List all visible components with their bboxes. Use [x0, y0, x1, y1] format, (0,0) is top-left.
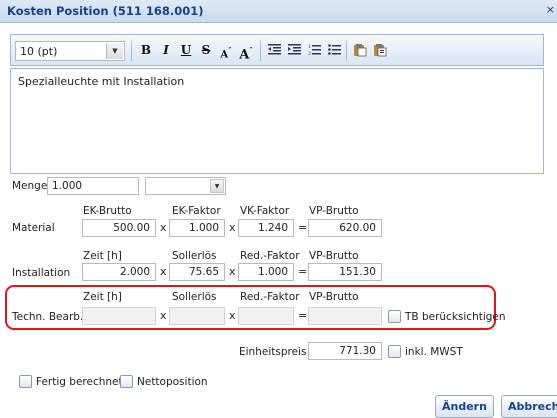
techn-sollerloes-input[interactable]	[169, 307, 225, 325]
times-operator: x	[160, 221, 167, 234]
techn-label: Techn. Bearb.	[12, 311, 84, 323]
menge-input[interactable]: 1.000	[47, 177, 139, 195]
material-vk-faktor-input[interactable]: 1.240	[238, 219, 294, 237]
svg-text:1: 1	[308, 44, 311, 50]
paste-special-icon[interactable]	[372, 42, 388, 59]
material-header-vp-brutto: VP-Brutto	[309, 205, 359, 217]
material-ek-brutto-input[interactable]: 500.00	[82, 219, 156, 237]
einheitspreis-label: Einheitspreis	[239, 346, 307, 358]
increase-font-icon[interactable]: Aˆ	[238, 42, 254, 62]
decrease-indent-icon[interactable]	[266, 42, 282, 59]
installation-header-vp-brutto: VP-Brutto	[309, 250, 359, 262]
nettoposition-label: Nettoposition	[137, 376, 208, 388]
einheitspreis-input[interactable]: 771.30	[308, 342, 382, 360]
times-operator: x	[160, 309, 167, 322]
editor-toolbar: 10 (pt) ▼ B I U S Aˇ Aˆ 12	[10, 34, 544, 66]
bold-icon[interactable]: B	[138, 42, 154, 59]
fertig-berechnet-label: Fertig berechnet	[36, 376, 123, 388]
superscript-icon[interactable]: Aˇ	[218, 42, 234, 60]
font-size-select[interactable]: 10 (pt) ▼	[15, 41, 125, 61]
times-operator: x	[229, 309, 236, 322]
close-icon[interactable]: ×	[546, 3, 555, 16]
material-label: Material	[12, 222, 55, 234]
unit-select[interactable]: ▼	[145, 177, 226, 195]
installation-sollerloes-input[interactable]: 75.65	[169, 263, 225, 281]
inkl-mwst-label: inkl. MWST	[405, 346, 463, 358]
aendern-button[interactable]: Ändern	[435, 395, 494, 418]
installation-vp-brutto-input[interactable]: 151.30	[308, 263, 382, 281]
underline-icon[interactable]: U	[178, 42, 194, 59]
nettoposition-checkbox[interactable]	[120, 375, 133, 388]
material-header-ek-faktor: EK-Faktor	[172, 205, 221, 217]
fertig-berechnet-checkbox[interactable]	[19, 375, 32, 388]
font-size-value: 10 (pt)	[20, 45, 58, 58]
techn-zeit-input[interactable]	[82, 307, 156, 325]
ordered-list-icon[interactable]: 12	[306, 42, 322, 59]
techn-vp-brutto-input[interactable]	[308, 307, 382, 325]
increase-indent-icon[interactable]	[286, 42, 302, 59]
tb-beruecksichtigen-checkbox[interactable]	[388, 310, 401, 323]
toolbar-divider	[260, 41, 261, 61]
chevron-down-icon[interactable]: ▼	[106, 43, 123, 59]
material-header-ek-brutto: EK-Brutto	[83, 205, 132, 217]
techn-header-red-faktor: Red.-Faktor	[240, 291, 300, 303]
toolbar-divider	[346, 41, 347, 61]
window-title: Kosten Position (511 168.001)	[7, 4, 204, 18]
strikethrough-icon[interactable]: S	[198, 42, 214, 59]
equals-operator: =	[298, 221, 308, 234]
abbrechen-button[interactable]: Abbrechen	[501, 395, 557, 418]
installation-zeit-input[interactable]: 2.000	[82, 263, 156, 281]
menge-label: Menge	[12, 180, 48, 192]
toolbar-divider	[131, 41, 132, 61]
italic-icon[interactable]: I	[158, 42, 174, 59]
equals-operator: =	[298, 309, 308, 322]
material-vp-brutto-input[interactable]: 620.00	[308, 219, 382, 237]
description-text: Spezialleuchte mit Installation	[18, 75, 185, 88]
unordered-list-icon[interactable]	[326, 42, 342, 59]
chevron-down-icon[interactable]: ▼	[210, 179, 224, 193]
installation-label: Installation	[12, 267, 71, 279]
paste-icon[interactable]	[352, 42, 368, 59]
tb-beruecksichtigen-label: TB berücksichtigen	[405, 311, 506, 323]
description-editor[interactable]: Spezialleuchte mit Installation	[10, 68, 544, 174]
window-titlebar: Kosten Position (511 168.001) ×	[0, 0, 557, 23]
techn-red-faktor-input[interactable]	[238, 307, 294, 325]
installation-red-faktor-input[interactable]: 1.000	[238, 263, 294, 281]
techn-header-vp-brutto: VP-Brutto	[309, 291, 359, 303]
installation-header-sollerloes: Sollerlös	[172, 250, 217, 262]
equals-operator: =	[298, 265, 308, 278]
material-header-vk-faktor: VK-Faktor	[240, 205, 290, 217]
installation-header-zeit: Zeit [h]	[83, 250, 122, 262]
times-operator: x	[229, 221, 236, 234]
inkl-mwst-checkbox[interactable]	[388, 345, 401, 358]
installation-header-red-faktor: Red.-Faktor	[240, 250, 300, 262]
times-operator: x	[160, 265, 167, 278]
svg-text:2: 2	[308, 51, 311, 56]
techn-header-sollerloes: Sollerlös	[172, 291, 217, 303]
material-ek-faktor-input[interactable]: 1.000	[169, 219, 225, 237]
techn-header-zeit: Zeit [h]	[83, 291, 122, 303]
times-operator: x	[229, 265, 236, 278]
